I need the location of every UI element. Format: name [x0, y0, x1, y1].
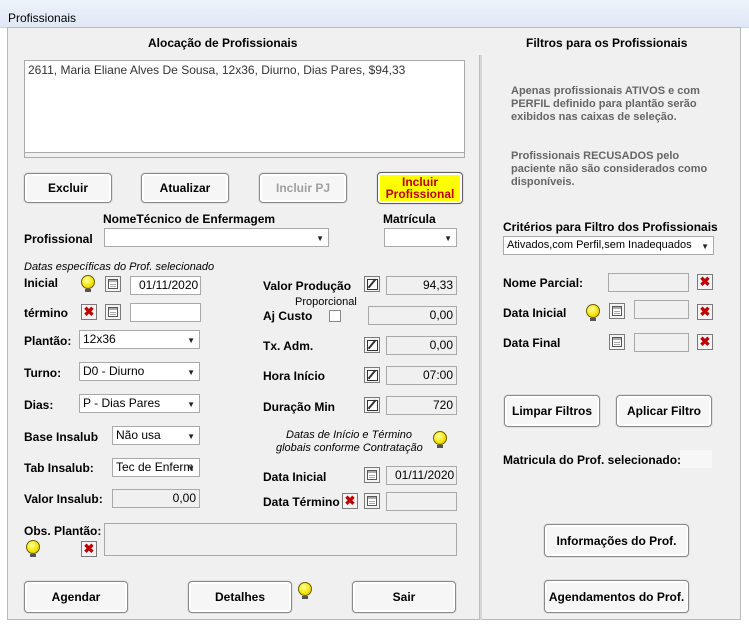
duracao-min-label: Duração Min	[263, 400, 336, 414]
limpar-filtros-button[interactable]: Limpar Filtros	[504, 395, 600, 427]
filter-data-inicial-calendar-icon[interactable]	[609, 303, 625, 319]
filters-info-1: Apenas profissionais ATIVOS e com PERFIL…	[511, 85, 700, 123]
datas-especificas-label: Datas específicas do Prof. selecionado	[24, 261, 215, 273]
window-title: Profissionais	[8, 11, 77, 25]
detalhes-hint-bulb-icon[interactable]	[297, 582, 313, 600]
tab-insalub-select[interactable]: Tec de Enferm	[112, 458, 200, 477]
criterios-select[interactable]: Ativados,com Perfil,sem Inadequados	[503, 236, 714, 255]
inicial-label: Inicial	[24, 276, 59, 290]
obs-plantao-field[interactable]	[104, 523, 457, 556]
filter-data-inicial-clear-icon[interactable]: ✖	[697, 304, 713, 320]
datas-globais-bulb-icon[interactable]	[432, 431, 448, 449]
nome-tecnico-label: NomeTécnico de Enfermagem	[103, 212, 276, 226]
nome-parcial-field[interactable]	[608, 273, 689, 292]
column-divider	[479, 55, 482, 620]
valor-insalub-label: Valor Insalub:	[24, 492, 103, 506]
filter-data-final-field[interactable]	[634, 333, 689, 352]
hora-inicio-edit-icon[interactable]	[364, 367, 380, 383]
matricula-select[interactable]	[384, 228, 457, 247]
duracao-min-edit-icon[interactable]	[364, 397, 380, 413]
inicial-date-field[interactable]: 01/11/2020	[130, 276, 201, 295]
nome-parcial-label: Nome Parcial:	[503, 276, 584, 290]
data-termino-label: Data Término	[263, 495, 340, 509]
aplicar-filtro-button[interactable]: Aplicar Filtro	[616, 395, 712, 427]
valor-producao-field[interactable]: 94,33	[386, 276, 457, 295]
data-termino-calendar-icon[interactable]	[364, 493, 380, 509]
base-insalub-select[interactable]: Não usa	[112, 426, 200, 445]
dias-label: Dias:	[24, 398, 54, 412]
matricula-selecionado-value	[680, 450, 712, 468]
profissional-label: Profissional	[24, 232, 93, 246]
obs-plantao-label: Obs. Plantão:	[24, 524, 102, 538]
dias-select[interactable]: P - Dias Pares	[79, 394, 200, 413]
inicial-calendar-icon[interactable]	[105, 276, 121, 292]
turno-label: Turno:	[24, 366, 62, 380]
alloc-heading: Alocação de Profissionais	[148, 36, 298, 50]
title-bar: Profissionais	[0, 0, 749, 28]
valor-producao-label: Valor Produção	[263, 279, 352, 293]
criterios-label: Critérios para Filtro dos Profissionais	[503, 220, 718, 234]
data-inicial-calendar-icon[interactable]	[364, 467, 380, 483]
termino-label: término	[24, 306, 69, 320]
tx-adm-edit-icon[interactable]	[364, 337, 380, 353]
informacoes-prof-button[interactable]: Informações do Prof.	[544, 524, 689, 557]
tx-adm-field[interactable]: 0,00	[386, 336, 457, 355]
proporcional-label: Proporcional	[295, 296, 357, 308]
proporcional-checkbox[interactable]	[329, 310, 341, 322]
sair-button[interactable]: Sair	[352, 581, 456, 613]
aj-custo-field[interactable]: 0,00	[368, 306, 457, 325]
filters-info-2: Profissionais RECUSADOS pelo paciente nã…	[511, 150, 708, 188]
data-termino-clear-icon[interactable]: ✖	[342, 493, 358, 509]
termino-date-field[interactable]	[130, 303, 201, 322]
incluir-pj-button[interactable]: Incluir PJ	[259, 173, 347, 203]
termino-calendar-icon[interactable]	[105, 304, 121, 320]
alloc-list-scrollbar[interactable]	[25, 152, 464, 157]
excluir-button[interactable]: Excluir	[24, 173, 112, 203]
incluir-profissional-button[interactable]: Incluir Profissional	[377, 172, 463, 204]
atualizar-button[interactable]: Atualizar	[141, 173, 229, 203]
aj-custo-label: Aj Custo	[263, 309, 313, 323]
inicial-hint-bulb-icon[interactable]	[80, 275, 96, 293]
filter-data-inicial-field[interactable]	[634, 300, 689, 319]
obs-clear-icon[interactable]: ✖	[81, 541, 97, 557]
valor-insalub-field[interactable]: 0,00	[112, 489, 200, 508]
agendar-button[interactable]: Agendar	[24, 581, 128, 613]
duracao-min-field[interactable]: 720	[386, 396, 457, 415]
data-termino-field[interactable]	[386, 492, 457, 511]
base-insalub-label: Base Insalub	[24, 430, 99, 444]
matricula-label: Matrícula	[383, 212, 436, 226]
profissional-select[interactable]	[104, 228, 329, 247]
data-inicial-label: Data Inicial	[263, 470, 327, 484]
detalhes-button[interactable]: Detalhes	[188, 581, 292, 613]
tx-adm-label: Tx. Adm.	[263, 339, 314, 353]
hora-inicio-field[interactable]: 07:00	[386, 366, 457, 385]
alloc-list-item[interactable]: 2611, Maria Eliane Alves De Sousa, 12x36…	[25, 61, 464, 79]
filter-data-inicial-label: Data Inicial	[503, 306, 567, 320]
filters-heading: Filtros para os Profissionais	[526, 36, 688, 50]
agendamentos-prof-button[interactable]: Agendamentos do Prof.	[544, 580, 689, 613]
nome-parcial-clear-icon[interactable]: ✖	[697, 274, 713, 290]
tab-insalub-label: Tab Insalub:	[24, 461, 94, 475]
matricula-selecionado-label: Matricula do Prof. selecionado:	[503, 453, 682, 467]
hora-inicio-label: Hora Início	[263, 369, 326, 383]
termino-clear-icon[interactable]: ✖	[81, 304, 97, 320]
data-inicial-field[interactable]: 01/11/2020	[386, 466, 457, 485]
filter-data-final-clear-icon[interactable]: ✖	[697, 334, 713, 350]
datas-globais-label-2: globais conforme Contratação	[276, 442, 423, 454]
filter-data-inicial-bulb-icon[interactable]	[585, 304, 601, 322]
incluir-profissional-label-2: Profissional	[385, 187, 455, 201]
filter-data-final-calendar-icon[interactable]	[609, 334, 625, 350]
alloc-list[interactable]: 2611, Maria Eliane Alves De Sousa, 12x36…	[24, 60, 465, 158]
plantao-label: Plantão:	[24, 334, 72, 348]
datas-globais-label-1: Datas de Início e Término	[286, 429, 412, 441]
plantao-select[interactable]: 12x36	[79, 330, 200, 349]
filter-data-final-label: Data Final	[503, 336, 561, 350]
turno-select[interactable]: D0 - Diurno	[79, 362, 200, 381]
valor-producao-edit-icon[interactable]	[364, 276, 380, 292]
obs-hint-bulb-icon[interactable]	[25, 540, 41, 558]
